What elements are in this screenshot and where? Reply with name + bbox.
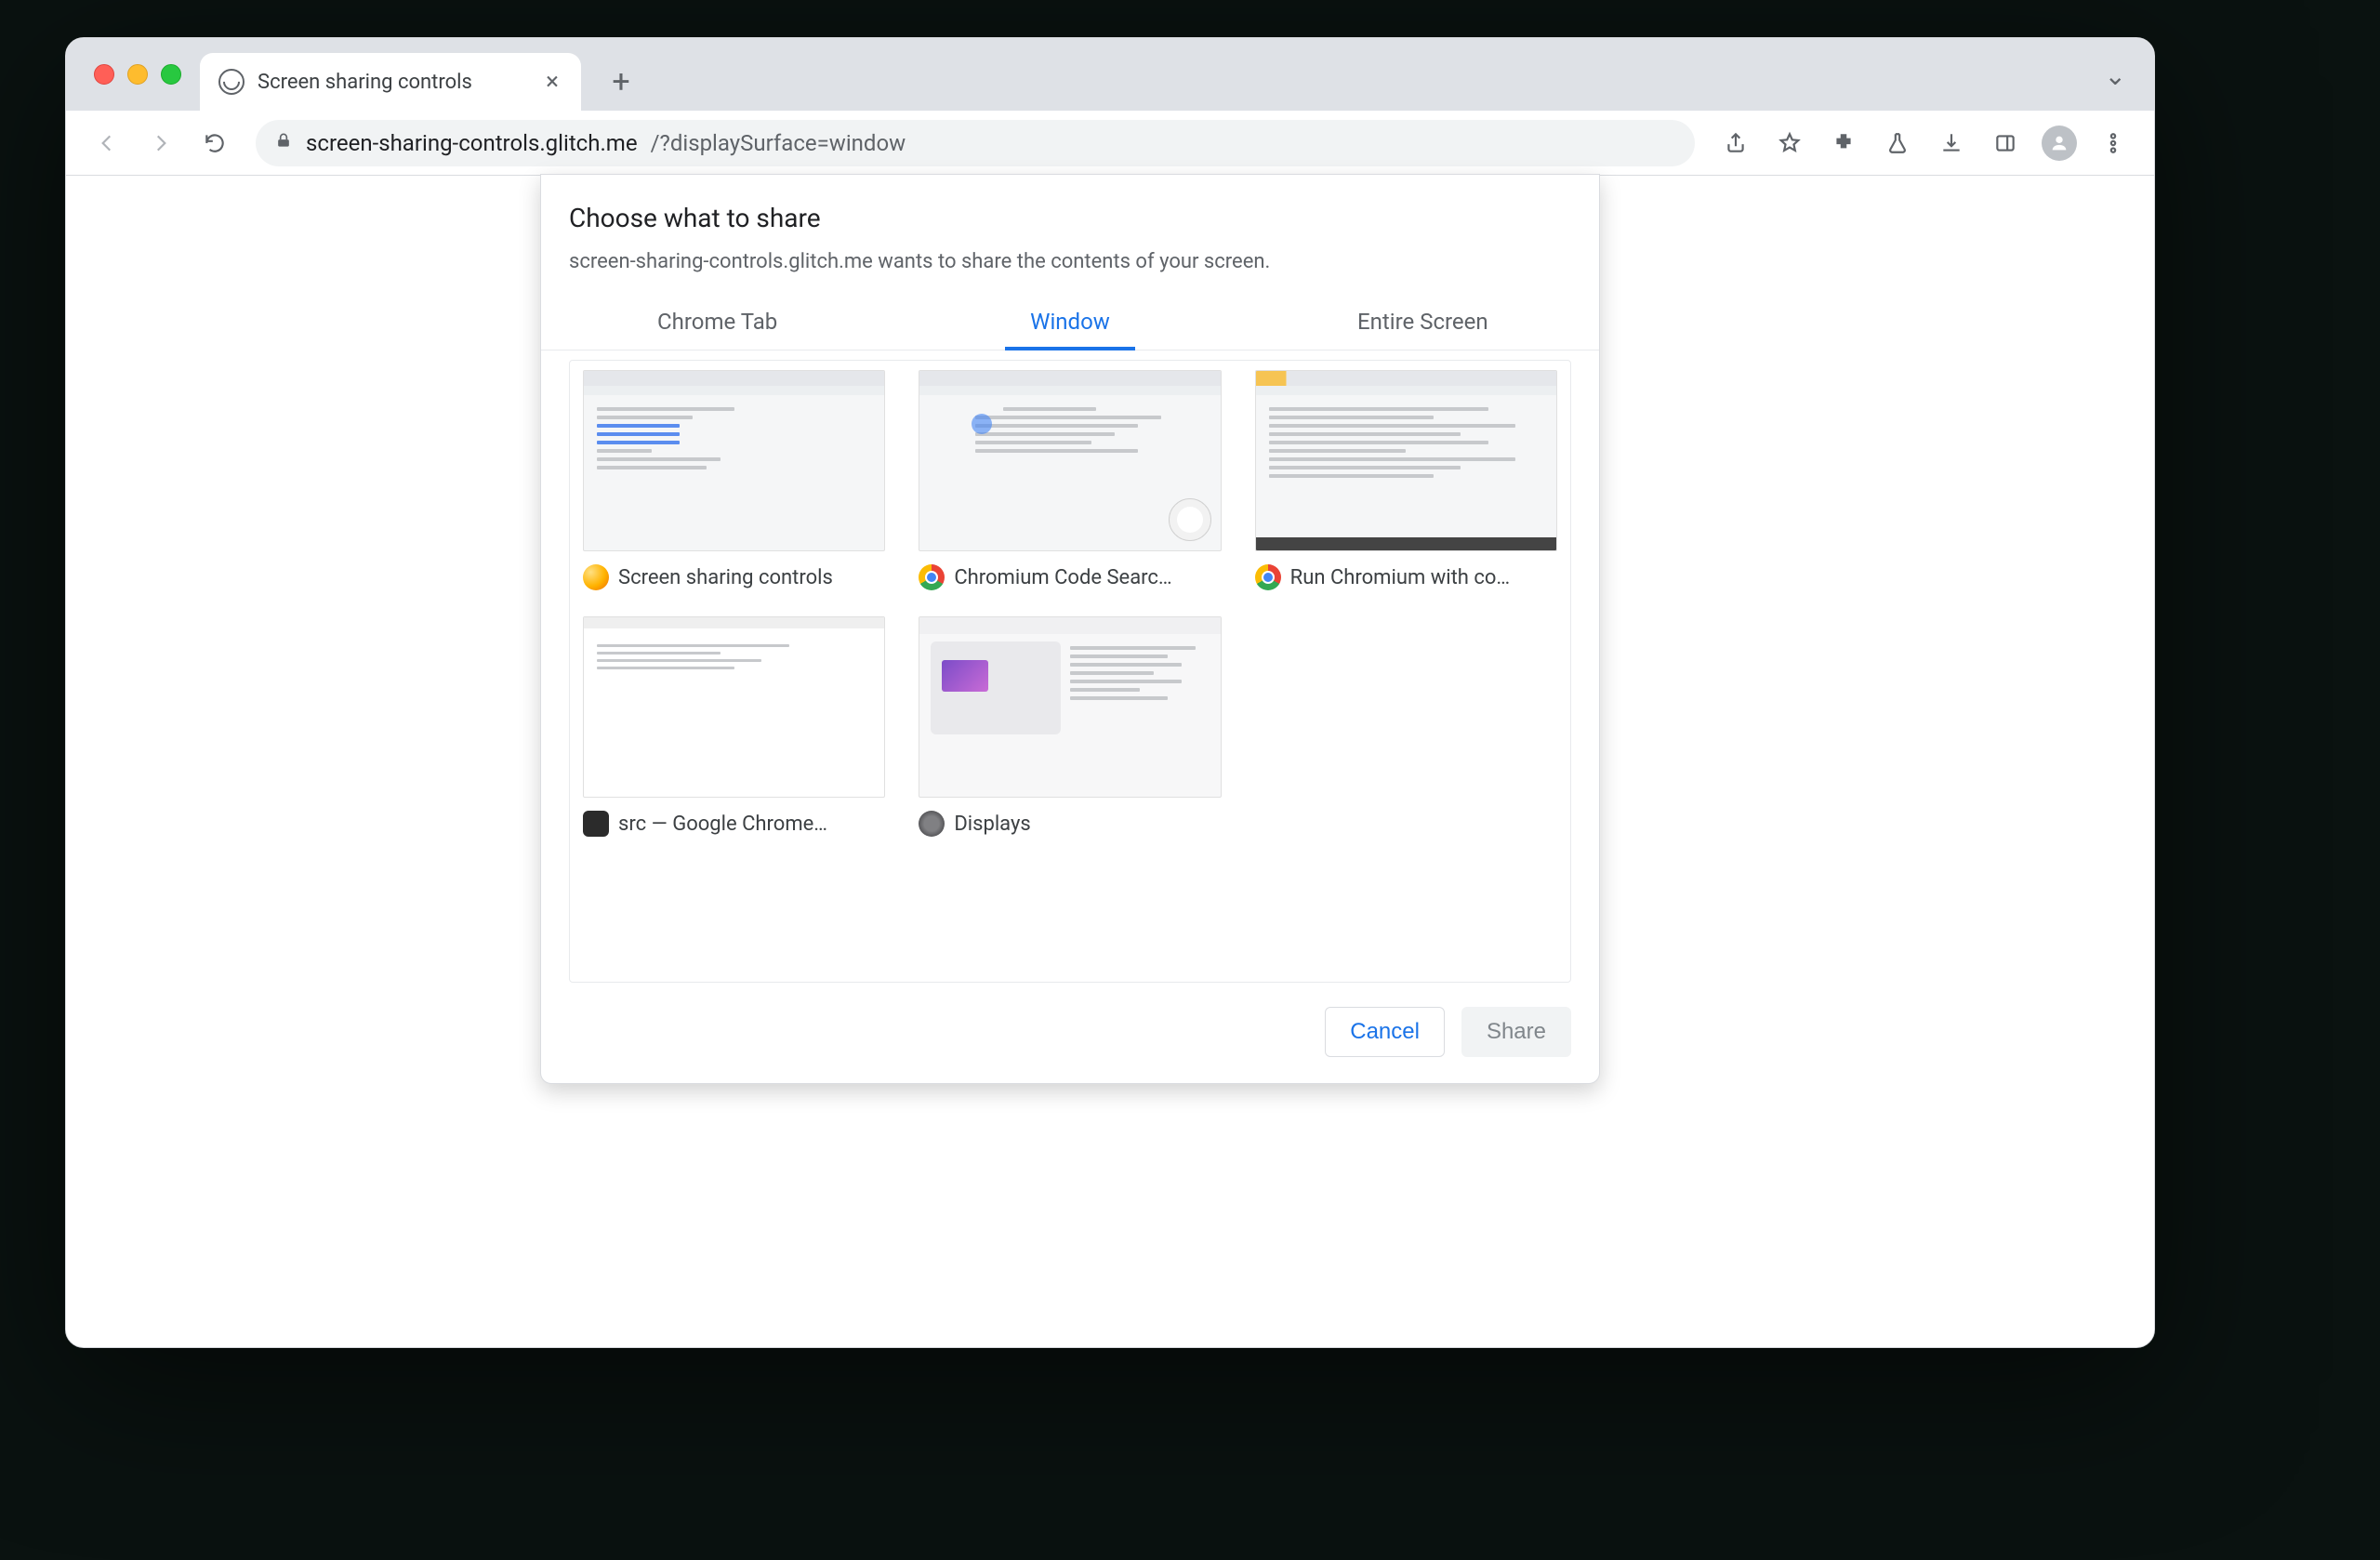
window-zoom-button[interactable] — [161, 64, 181, 85]
dialog-tabs: Chrome Tab Window Entire Screen — [541, 292, 1599, 350]
page-content: Choose what to share screen-sharing-cont… — [66, 176, 2154, 1347]
browser-window: Screen sharing controls × + ⌄ screen-sha… — [65, 37, 2155, 1348]
forward-button[interactable] — [139, 121, 183, 165]
window-minimize-button[interactable] — [127, 64, 148, 85]
cancel-button[interactable]: Cancel — [1325, 1007, 1445, 1057]
bookmark-star-icon[interactable] — [1767, 121, 1812, 165]
downloads-icon[interactable] — [1929, 121, 1974, 165]
extensions-icon[interactable] — [1821, 121, 1866, 165]
window-label: Displays — [954, 813, 1030, 836]
dialog-actions: Cancel Share — [541, 983, 1599, 1057]
lock-icon — [274, 131, 293, 154]
share-dialog: Choose what to share screen-sharing-cont… — [540, 174, 1600, 1084]
terminal-icon — [583, 811, 609, 837]
toolbar: screen-sharing-controls.glitch.me /?displ… — [66, 111, 2154, 176]
new-tab-button[interactable]: + — [600, 60, 642, 103]
window-list: Screen sharing controls — [569, 360, 1571, 983]
side-panel-icon[interactable] — [1983, 121, 2028, 165]
window-label: src — Google Chrome… — [618, 813, 827, 836]
tab-chrome-tab[interactable]: Chrome Tab — [541, 292, 893, 350]
labs-flask-icon[interactable] — [1875, 121, 1920, 165]
window-label: Run Chromium with co… — [1290, 566, 1510, 589]
chrome-icon — [1255, 564, 1281, 590]
window-option[interactable]: Chromium Code Searc… — [919, 370, 1221, 590]
window-option[interactable]: src — Google Chrome… — [583, 616, 885, 837]
window-thumbnail — [919, 616, 1221, 798]
window-label: Chromium Code Searc… — [954, 566, 1171, 589]
avatar-icon — [2042, 126, 2077, 161]
chrome-canary-icon — [583, 564, 609, 590]
tab-title: Screen sharing controls — [258, 71, 533, 94]
back-button[interactable] — [85, 121, 129, 165]
window-thumbnail — [1255, 370, 1557, 551]
window-thumbnail — [583, 370, 885, 551]
window-label: Screen sharing controls — [618, 566, 833, 589]
share-icon[interactable] — [1713, 121, 1758, 165]
tab-entire-screen[interactable]: Entire Screen — [1247, 292, 1599, 350]
tab-strip: Screen sharing controls × + ⌄ — [66, 38, 2154, 111]
dialog-subtitle: screen-sharing-controls.glitch.me wants … — [541, 243, 1599, 292]
overflow-menu-icon[interactable] — [2091, 121, 2135, 165]
window-option[interactable]: Displays — [919, 616, 1221, 837]
window-thumbnail — [919, 370, 1221, 551]
url-path: /?displaySurface=window — [651, 130, 906, 156]
window-thumbnail — [583, 616, 885, 798]
system-preferences-icon — [919, 811, 945, 837]
chrome-icon — [919, 564, 945, 590]
window-controls — [94, 64, 181, 85]
tab-window[interactable]: Window — [893, 292, 1246, 350]
address-bar[interactable]: screen-sharing-controls.glitch.me /?displ… — [256, 120, 1695, 166]
tab-close-button[interactable]: × — [546, 68, 559, 96]
window-close-button[interactable] — [94, 64, 114, 85]
dialog-title: Choose what to share — [541, 175, 1599, 243]
globe-icon — [218, 69, 245, 95]
profile-avatar[interactable] — [2037, 121, 2082, 165]
url-host: screen-sharing-controls.glitch.me — [306, 130, 638, 156]
window-option[interactable]: Run Chromium with co… — [1255, 370, 1557, 590]
window-option[interactable]: Screen sharing controls — [583, 370, 885, 590]
reload-button[interactable] — [192, 121, 237, 165]
chevron-down-icon[interactable]: ⌄ — [2105, 60, 2126, 91]
share-button[interactable]: Share — [1461, 1007, 1571, 1057]
browser-tab[interactable]: Screen sharing controls × — [200, 53, 581, 111]
